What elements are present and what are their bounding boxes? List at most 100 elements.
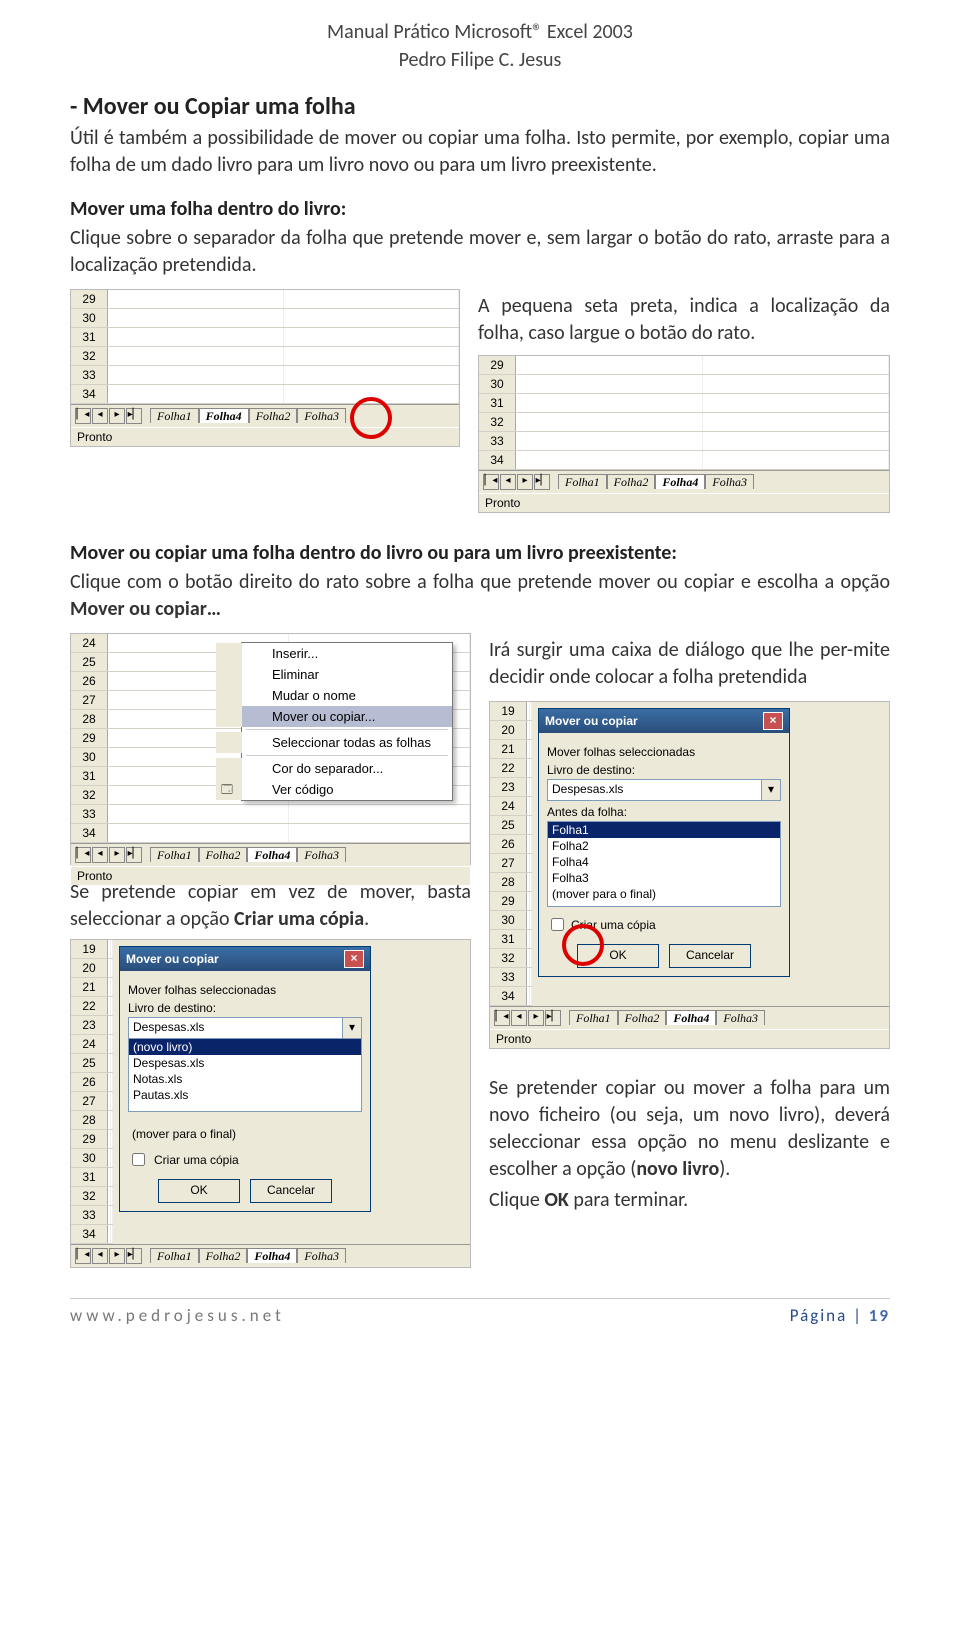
row-header[interactable]: 28: [71, 710, 108, 728]
row-header[interactable]: 30: [71, 309, 108, 327]
tab-nav-first-icon[interactable]: ▏◂: [483, 474, 499, 490]
row-header[interactable]: 27: [71, 1092, 108, 1110]
create-copy-checkbox[interactable]: [551, 918, 564, 931]
row-header[interactable]: 22: [71, 997, 108, 1015]
list-item[interactable]: (mover para o final): [548, 886, 780, 902]
row-header[interactable]: 21: [71, 978, 108, 996]
row-header[interactable]: 25: [71, 653, 108, 671]
row-header[interactable]: 19: [71, 940, 108, 958]
row-header[interactable]: 32: [71, 347, 108, 365]
row-header[interactable]: 34: [479, 451, 516, 469]
row-header[interactable]: 33: [479, 432, 516, 450]
sheet-tab[interactable]: Folha3: [297, 847, 346, 862]
row-header[interactable]: 30: [71, 1149, 108, 1167]
context-menu-item[interactable]: Mover ou copiar...: [216, 706, 452, 727]
sheet-tab[interactable]: Folha1: [569, 1010, 618, 1025]
sheet-tab[interactable]: Folha1: [558, 474, 607, 489]
row-header[interactable]: 30: [479, 375, 516, 393]
close-icon[interactable]: ×: [763, 712, 783, 730]
row-header[interactable]: 29: [71, 1130, 108, 1148]
tab-nav-last-icon[interactable]: ▸▏: [126, 408, 142, 424]
row-header[interactable]: 23: [71, 1016, 108, 1034]
list-item[interactable]: (novo livro): [129, 1039, 361, 1055]
sheet-tab[interactable]: Folha4: [199, 408, 249, 423]
destination-workbook-combo[interactable]: Despesas.xls ▾: [128, 1017, 362, 1039]
list-item[interactable]: Folha1: [548, 822, 780, 838]
cancel-button[interactable]: Cancelar: [250, 1179, 332, 1203]
sheet-tab[interactable]: Folha3: [297, 408, 346, 423]
row-header[interactable]: 33: [71, 805, 108, 823]
sheet-tab[interactable]: Folha2: [199, 847, 248, 862]
context-menu-item[interactable]: Eliminar: [216, 664, 452, 685]
row-header[interactable]: 28: [490, 873, 527, 891]
row-header[interactable]: 32: [71, 786, 108, 804]
sheet-tab[interactable]: Folha4: [247, 1248, 297, 1263]
tab-nav-first-icon[interactable]: ▏◂: [75, 1248, 91, 1264]
sheet-tab[interactable]: Folha1: [150, 847, 199, 862]
context-menu-item[interactable]: Mudar o nome: [216, 685, 452, 706]
row-header[interactable]: 33: [71, 1206, 108, 1224]
sheet-tab[interactable]: Folha1: [150, 408, 199, 423]
row-header[interactable]: 20: [71, 959, 108, 977]
row-header[interactable]: 29: [71, 729, 108, 747]
row-header[interactable]: 27: [490, 854, 527, 872]
row-header[interactable]: 29: [479, 356, 516, 374]
tab-nav-prev-icon[interactable]: ◂: [92, 408, 108, 424]
row-header[interactable]: 32: [71, 1187, 108, 1205]
tab-nav-last-icon[interactable]: ▸▏: [126, 1248, 142, 1264]
tab-nav-last-icon[interactable]: ▸▏: [545, 1010, 561, 1026]
row-header[interactable]: 19: [490, 702, 527, 720]
tab-nav-last-icon[interactable]: ▸▏: [126, 847, 142, 863]
sheet-tab[interactable]: Folha1: [150, 1248, 199, 1263]
tab-nav-first-icon[interactable]: ▏◂: [494, 1010, 510, 1026]
tab-nav-next-icon[interactable]: ▸: [517, 474, 533, 490]
row-header[interactable]: 34: [490, 987, 527, 1005]
row-header[interactable]: 31: [71, 1168, 108, 1186]
row-header[interactable]: 24: [490, 797, 527, 815]
row-header[interactable]: 24: [71, 634, 108, 652]
row-header[interactable]: 31: [71, 328, 108, 346]
context-menu-item[interactable]: Seleccionar todas as folhas: [216, 732, 452, 753]
sheet-tab[interactable]: Folha3: [705, 474, 754, 489]
tab-nav-next-icon[interactable]: ▸: [109, 847, 125, 863]
row-header[interactable]: 33: [490, 968, 527, 986]
row-header[interactable]: 22: [490, 759, 527, 777]
row-header[interactable]: 30: [71, 748, 108, 766]
sheet-tab[interactable]: Folha4: [247, 847, 297, 862]
row-header[interactable]: 34: [71, 385, 108, 403]
sheet-tab[interactable]: Folha4: [655, 474, 705, 489]
combo-dropdown-list[interactable]: (novo livro)Despesas.xlsNotas.xlsPautas.…: [128, 1038, 362, 1112]
chevron-down-icon[interactable]: ▾: [761, 780, 780, 800]
row-header[interactable]: 21: [490, 740, 527, 758]
row-header[interactable]: 30: [490, 911, 527, 929]
tab-nav-next-icon[interactable]: ▸: [109, 1248, 125, 1264]
list-item[interactable]: Notas.xls: [129, 1071, 361, 1087]
chevron-down-icon[interactable]: ▾: [342, 1018, 361, 1038]
sheet-tab[interactable]: Folha2: [249, 408, 298, 423]
row-header[interactable]: 31: [479, 394, 516, 412]
before-sheet-list[interactable]: Folha1Folha2Folha4Folha3(mover para o fi…: [547, 821, 781, 907]
row-header[interactable]: 32: [490, 949, 527, 967]
tab-nav-prev-icon[interactable]: ◂: [92, 1248, 108, 1264]
row-header[interactable]: 29: [71, 290, 108, 308]
row-header[interactable]: 31: [71, 767, 108, 785]
row-header[interactable]: 20: [490, 721, 527, 739]
tab-nav-prev-icon[interactable]: ◂: [500, 474, 516, 490]
row-header[interactable]: 29: [490, 892, 527, 910]
sheet-tab[interactable]: Folha2: [199, 1248, 248, 1263]
row-header[interactable]: 31: [490, 930, 527, 948]
row-header[interactable]: 26: [71, 1073, 108, 1091]
row-header[interactable]: 25: [490, 816, 527, 834]
context-menu-item[interactable]: Ver código🗔: [216, 779, 452, 800]
sheet-tab[interactable]: Folha2: [607, 474, 656, 489]
row-header[interactable]: 33: [71, 366, 108, 384]
tab-nav-first-icon[interactable]: ▏◂: [75, 408, 91, 424]
cancel-button[interactable]: Cancelar: [669, 944, 751, 968]
sheet-tab[interactable]: Folha4: [666, 1010, 716, 1025]
row-header[interactable]: 32: [479, 413, 516, 431]
row-header[interactable]: 26: [490, 835, 527, 853]
row-header[interactable]: 25: [71, 1054, 108, 1072]
ok-button[interactable]: OK: [577, 944, 659, 968]
row-header[interactable]: 34: [71, 1225, 108, 1243]
tab-nav-next-icon[interactable]: ▸: [528, 1010, 544, 1026]
